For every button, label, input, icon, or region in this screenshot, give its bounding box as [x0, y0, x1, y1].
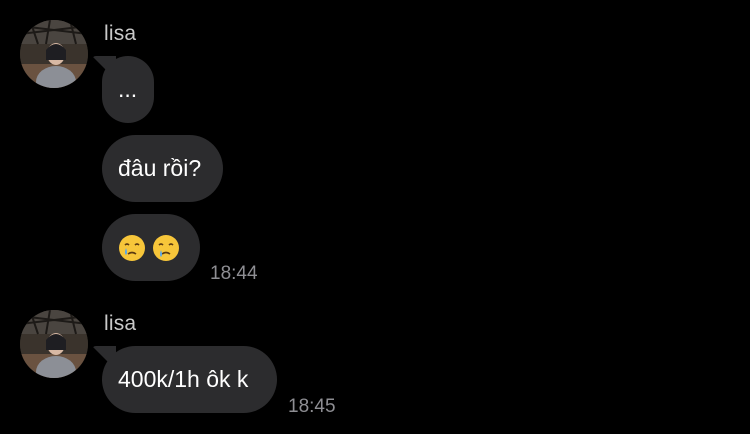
avatar[interactable] — [20, 310, 88, 378]
message-bubble[interactable] — [102, 214, 200, 281]
sender-name: lisa — [104, 312, 137, 335]
message-bubble[interactable]: đâu rồi? — [102, 135, 223, 202]
message-timestamp: 18:44 — [210, 263, 258, 284]
sender-name: lisa — [104, 22, 137, 45]
message-bubble[interactable]: 400k/1h ôk k — [102, 346, 277, 413]
face-holding-back-tears-icon — [119, 234, 145, 261]
message-text: ... — [118, 76, 138, 102]
message-text: đâu rồi? — [118, 155, 202, 181]
face-holding-back-tears-icon — [153, 234, 179, 261]
avatar[interactable] — [20, 20, 88, 88]
message-bubble[interactable]: ... — [102, 56, 154, 123]
message-text: 400k/1h ôk k — [118, 366, 249, 392]
message-timestamp: 18:45 — [288, 396, 336, 417]
